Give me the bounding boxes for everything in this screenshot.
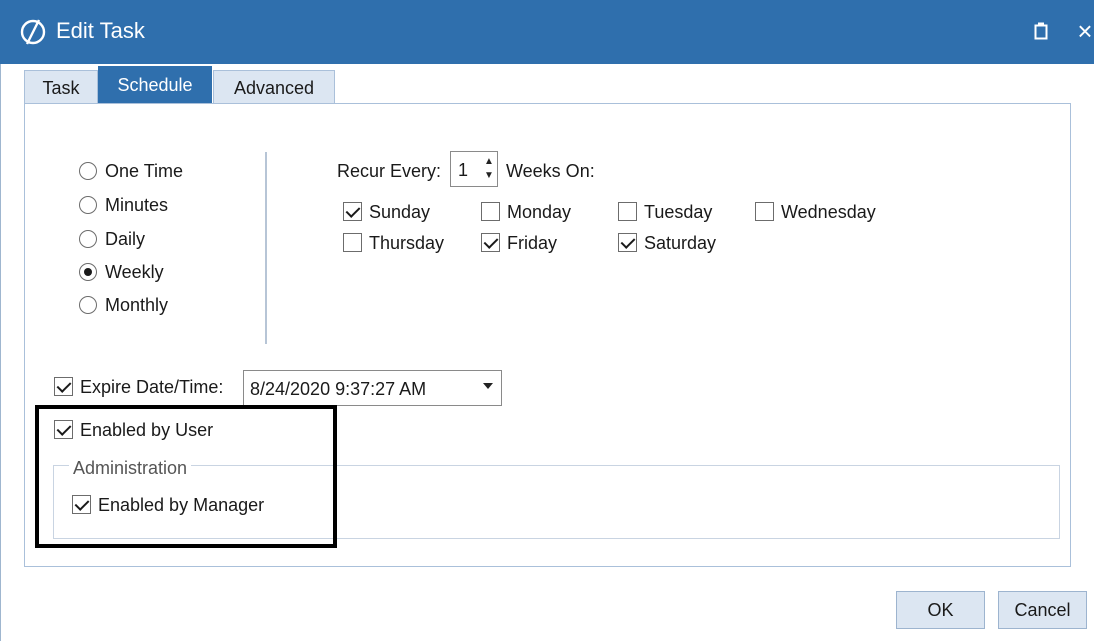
checkbox-label: Sunday (369, 202, 431, 222)
window-border (0, 64, 1, 641)
radio-button[interactable] (79, 162, 97, 180)
expire-datetime-picker[interactable]: 8/24/2020 9:37:27 AM (243, 370, 502, 406)
checkbox[interactable] (481, 233, 500, 252)
checkbox-label: Saturday (644, 233, 717, 253)
administration-legend: Administration (69, 457, 192, 479)
checkbox-label: Enabled by Manager (98, 495, 265, 515)
tab-task[interactable]: Task (24, 70, 98, 105)
schedule-panel: One Time Minutes Daily Weekly Monthly Re… (24, 103, 1071, 567)
tab-advanced[interactable]: Advanced (213, 70, 335, 105)
recur-every-stepper[interactable]: 1 ▲ ▼ (450, 151, 498, 187)
close-button[interactable]: × (1070, 14, 1094, 48)
checkbox-label: Tuesday (644, 202, 713, 222)
weeks-on-label: Weeks On: (506, 161, 595, 181)
radio-label: Minutes (105, 195, 169, 215)
expire-datetime-value[interactable]: 8/24/2020 9:37:27 AM (250, 377, 426, 401)
radio-label: Daily (105, 229, 146, 249)
app-logo-icon (20, 19, 46, 45)
radio-button[interactable] (79, 230, 97, 248)
restore-button[interactable] (1026, 14, 1056, 48)
tab-schedule[interactable]: Schedule (98, 66, 212, 105)
radio-button[interactable] (79, 263, 97, 281)
window-title: Edit Task (56, 18, 145, 43)
checkbox[interactable] (618, 202, 637, 221)
checkbox[interactable] (755, 202, 774, 221)
vertical-divider (265, 152, 267, 344)
checkbox-label: Wednesday (781, 202, 876, 222)
checkbox-label: Friday (507, 233, 558, 253)
checkbox-label: Monday (507, 202, 572, 222)
checkbox-label: Thursday (369, 233, 445, 253)
checkbox[interactable] (72, 495, 91, 514)
checkbox[interactable] (618, 233, 637, 252)
radio-label: Monthly (105, 295, 169, 315)
cancel-button[interactable]: Cancel (998, 591, 1087, 629)
checkbox[interactable] (54, 377, 73, 396)
spin-down-icon[interactable]: ▼ (483, 170, 495, 182)
ok-button[interactable]: OK (896, 591, 985, 629)
recur-every-label: Recur Every: (337, 161, 442, 181)
checkbox[interactable] (54, 420, 73, 439)
checkbox[interactable] (481, 202, 500, 221)
radio-button[interactable] (79, 196, 97, 214)
spin-up-icon[interactable]: ▲ (483, 156, 495, 168)
checkbox-label: Expire Date/Time: (80, 377, 224, 397)
restore-icon (1034, 22, 1048, 40)
recur-every-value[interactable]: 1 (458, 158, 468, 182)
radio-label: One Time (105, 161, 184, 181)
radio-label: Weekly (105, 262, 164, 282)
checkbox-label: Enabled by User (80, 420, 214, 440)
checkbox[interactable] (343, 202, 362, 221)
radio-button[interactable] (79, 296, 97, 314)
dropdown-caret-icon[interactable] (483, 383, 493, 389)
title-bar: Edit Task × (0, 0, 1094, 64)
checkbox[interactable] (343, 233, 362, 252)
close-icon: × (1077, 16, 1093, 46)
